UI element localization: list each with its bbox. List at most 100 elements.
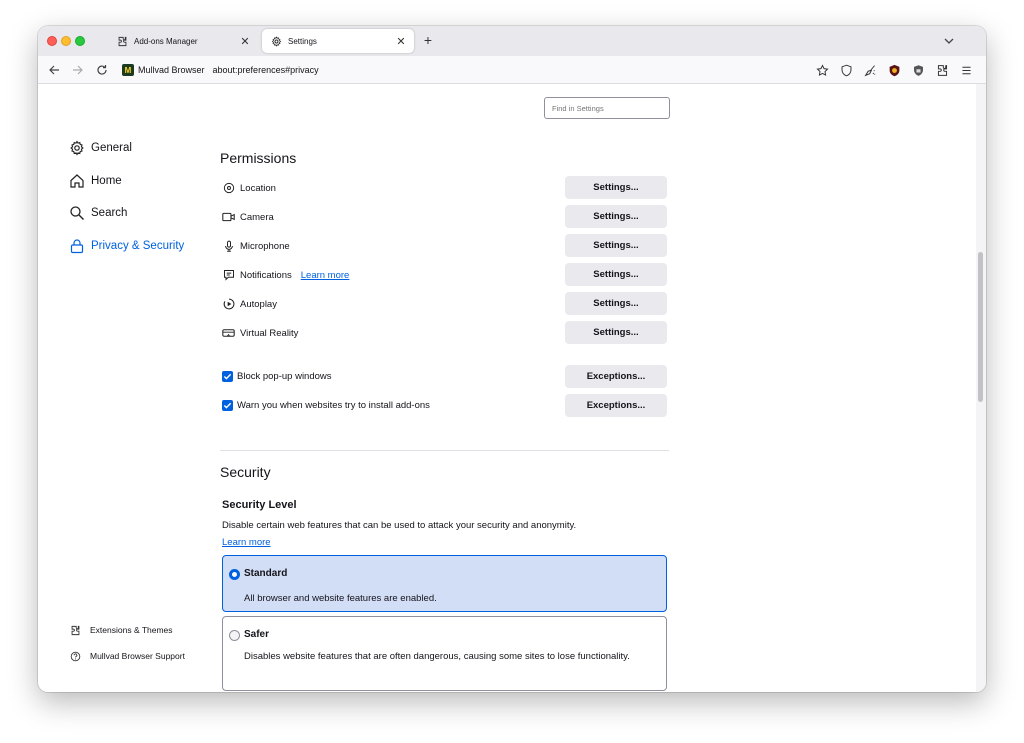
security-option-standard[interactable]: Standard All browser and website feature… bbox=[222, 555, 667, 612]
ublock-icon[interactable] bbox=[882, 61, 906, 79]
browser-support-link[interactable]: Mullvad Browser Support bbox=[69, 649, 185, 663]
security-learn-more-link[interactable]: Learn more bbox=[222, 537, 271, 548]
puzzle-icon bbox=[116, 35, 128, 47]
checkbox-label: Warn you when websites try to install ad… bbox=[237, 399, 430, 411]
chevron-down-icon[interactable] bbox=[942, 34, 956, 48]
warn-addons-row[interactable]: Warn you when websites try to install ad… bbox=[222, 398, 430, 412]
permission-row-location: Location bbox=[222, 181, 276, 195]
permission-label: Notifications bbox=[240, 269, 292, 281]
close-tab-button[interactable]: ✕ bbox=[238, 34, 252, 48]
lock-icon bbox=[68, 237, 86, 255]
permission-label: Virtual Reality bbox=[240, 327, 299, 339]
home-icon bbox=[68, 172, 86, 190]
permission-label: Location bbox=[240, 182, 276, 194]
sidebar-item-privacy-security[interactable]: Privacy & Security bbox=[68, 236, 184, 256]
tab-settings[interactable]: Settings ✕ bbox=[262, 29, 414, 53]
permission-label: Microphone bbox=[240, 240, 290, 252]
location-settings-button[interactable]: Settings... bbox=[565, 176, 667, 199]
microphone-settings-button[interactable]: Settings... bbox=[565, 234, 667, 257]
find-in-settings-input[interactable] bbox=[544, 97, 670, 119]
sidebar-item-label: Search bbox=[91, 207, 128, 219]
gear-icon bbox=[270, 35, 282, 47]
microphone-icon bbox=[222, 240, 235, 253]
gear-icon bbox=[68, 139, 86, 157]
tab-label: Add-ons Manager bbox=[134, 36, 198, 46]
vr-headset-icon bbox=[222, 327, 235, 340]
sidebar-item-search[interactable]: Search bbox=[68, 203, 127, 223]
reload-icon bbox=[97, 65, 107, 75]
tab-addons-manager[interactable]: Add-ons Manager ✕ bbox=[108, 29, 258, 53]
option-label: Standard bbox=[244, 568, 288, 579]
standard-radio[interactable] bbox=[229, 569, 240, 580]
notifications-settings-button[interactable]: Settings... bbox=[565, 263, 667, 286]
tab-label: Settings bbox=[288, 36, 317, 46]
puzzle-icon bbox=[69, 624, 81, 636]
permission-label: Autoplay bbox=[240, 298, 277, 310]
safer-radio[interactable] bbox=[229, 630, 240, 641]
block-popups-row[interactable]: Block pop-up windows bbox=[222, 369, 332, 383]
browser-window: Add-ons Manager ✕ Settings ✕ + M Mullvad… bbox=[38, 26, 986, 692]
arrow-left-icon bbox=[49, 65, 59, 75]
close-tab-button[interactable]: ✕ bbox=[394, 34, 408, 48]
broom-icon[interactable] bbox=[858, 61, 882, 79]
addons-exceptions-button[interactable]: Exceptions... bbox=[565, 394, 667, 417]
option-description: Disables website features that are often… bbox=[244, 651, 630, 662]
arrow-right-icon bbox=[73, 65, 83, 75]
warn-addons-checkbox[interactable] bbox=[222, 399, 233, 411]
footer-item-label: Extensions & Themes bbox=[90, 625, 173, 635]
tab-strip: Add-ons Manager ✕ Settings ✕ + bbox=[38, 26, 986, 56]
back-button[interactable] bbox=[46, 62, 62, 78]
camera-icon bbox=[222, 211, 235, 224]
permission-row-microphone: Microphone bbox=[222, 239, 290, 253]
identity-label: Mullvad Browser bbox=[138, 65, 205, 75]
security-heading: Security bbox=[220, 464, 271, 480]
url-text[interactable]: about:preferences#privacy bbox=[213, 65, 319, 75]
security-level-heading: Security Level bbox=[222, 499, 297, 511]
permission-row-camera: Camera bbox=[222, 210, 274, 224]
scrollbar-thumb[interactable] bbox=[978, 252, 983, 402]
permissions-heading: Permissions bbox=[220, 150, 297, 166]
forward-button[interactable] bbox=[70, 62, 86, 78]
vertical-scrollbar[interactable] bbox=[976, 84, 986, 692]
url-bar[interactable]: M Mullvad Browser about:preferences#priv… bbox=[122, 59, 802, 81]
sidebar-item-label: General bbox=[91, 142, 132, 154]
new-tab-button[interactable]: + bbox=[420, 32, 436, 48]
shield-icon[interactable] bbox=[834, 61, 858, 79]
settings-page: General Home Search Privacy & Security E… bbox=[38, 84, 986, 692]
sidebar-item-label: Home bbox=[91, 175, 122, 187]
security-option-safer[interactable]: Safer Disables website features that are… bbox=[222, 616, 667, 691]
section-divider bbox=[220, 450, 669, 451]
option-description: All browser and website features are ena… bbox=[244, 593, 437, 604]
extensions-icon[interactable] bbox=[930, 61, 954, 79]
virtual-reality-settings-button[interactable]: Settings... bbox=[565, 321, 667, 344]
noscript-icon[interactable] bbox=[906, 61, 930, 79]
permission-label: Camera bbox=[240, 211, 274, 223]
sidebar-item-home[interactable]: Home bbox=[68, 171, 122, 191]
notifications-learn-more-link[interactable]: Learn more bbox=[301, 270, 350, 281]
close-window-button[interactable] bbox=[47, 36, 57, 46]
block-popups-checkbox[interactable] bbox=[222, 370, 233, 382]
camera-settings-button[interactable]: Settings... bbox=[565, 205, 667, 228]
checkbox-label: Block pop-up windows bbox=[237, 370, 332, 382]
minimize-window-button[interactable] bbox=[61, 36, 71, 46]
popups-exceptions-button[interactable]: Exceptions... bbox=[565, 365, 667, 388]
zoom-window-button[interactable] bbox=[75, 36, 85, 46]
footer-item-label: Mullvad Browser Support bbox=[90, 651, 185, 661]
star-icon[interactable] bbox=[810, 61, 834, 79]
search-icon bbox=[68, 204, 86, 222]
sidebar-item-general[interactable]: General bbox=[68, 138, 132, 158]
security-level-description: Disable certain web features that can be… bbox=[222, 520, 577, 531]
autoplay-settings-button[interactable]: Settings... bbox=[565, 292, 667, 315]
extensions-themes-link[interactable]: Extensions & Themes bbox=[69, 623, 173, 637]
reload-button[interactable] bbox=[94, 62, 110, 78]
sidebar-item-label: Privacy & Security bbox=[91, 240, 185, 252]
permission-row-notifications: Notifications Learn more bbox=[222, 268, 349, 282]
option-label: Safer bbox=[244, 629, 270, 640]
navigation-toolbar: M Mullvad Browser about:preferences#priv… bbox=[38, 56, 986, 84]
menu-icon[interactable] bbox=[954, 61, 978, 79]
identity-box[interactable]: M Mullvad Browser bbox=[122, 62, 205, 78]
help-icon bbox=[69, 650, 81, 662]
location-pin-icon bbox=[222, 182, 235, 195]
notification-icon bbox=[222, 269, 235, 282]
permission-row-autoplay: Autoplay bbox=[222, 297, 277, 311]
